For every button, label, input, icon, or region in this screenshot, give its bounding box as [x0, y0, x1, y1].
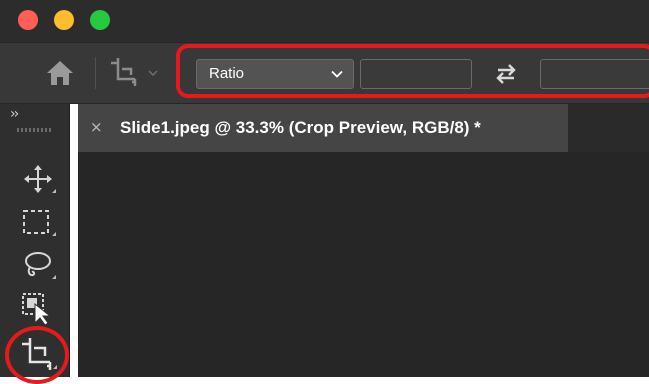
annotation-highlight-rectangle [176, 44, 649, 98]
collapse-panel-button[interactable]: ›› [10, 106, 19, 122]
document-canvas[interactable] [78, 152, 649, 377]
document-tab-title: Slide1.jpeg @ 33.3% (Crop Preview, RGB/8… [120, 118, 481, 137]
panel-grip[interactable] [17, 128, 53, 132]
home-icon[interactable] [45, 59, 75, 87]
zoom-window-button[interactable] [90, 10, 110, 30]
close-tab-button[interactable]: × [90, 118, 103, 136]
lasso-tool-icon[interactable] [18, 246, 58, 286]
marquee-tool-icon[interactable] [18, 203, 58, 243]
move-tool-icon[interactable] [18, 160, 58, 200]
close-window-button[interactable] [18, 10, 38, 30]
crop-tool-icon[interactable] [108, 55, 142, 89]
divider [95, 57, 96, 89]
document-tab-bar: × Slide1.jpeg @ 33.3% (Crop Preview, RGB… [78, 104, 649, 152]
object-select-tool-icon[interactable] [18, 289, 58, 329]
document-tab[interactable]: × Slide1.jpeg @ 33.3% (Crop Preview, RGB… [78, 104, 568, 152]
chevron-down-icon[interactable] [148, 69, 158, 77]
minimize-window-button[interactable] [54, 10, 74, 30]
title-bar [0, 0, 649, 42]
annotation-highlight-circle [5, 326, 69, 384]
